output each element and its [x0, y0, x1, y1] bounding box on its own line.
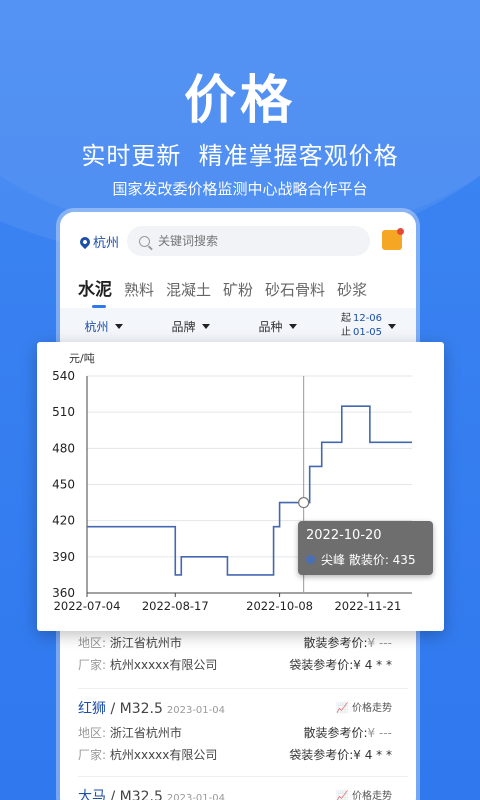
y-tick-label: 360 — [52, 586, 75, 600]
maker-value: 杭州xxxxx有限公司 — [109, 748, 218, 762]
item-date: 2023-01-04 — [166, 793, 225, 800]
bag-label: 袋装参考价: — [289, 658, 354, 672]
top-bar: 杭州 — [60, 212, 416, 270]
tab-mortar[interactable]: 砂浆 — [337, 279, 367, 300]
tab-cement[interactable]: 水泥 — [78, 275, 112, 308]
date-range: 起 12-06 止 01-05 — [341, 312, 382, 340]
hero-title: 价格 — [183, 71, 296, 131]
spec: / M32.5 — [106, 701, 163, 717]
maker-value: 杭州xxxxx有限公司 — [109, 658, 218, 672]
maker-row: 厂家: 杭州xxxxx有限公司 袋装参考价:¥ 4 * * — [78, 744, 398, 766]
start-label: 起 — [340, 313, 351, 324]
divider — [78, 776, 408, 777]
x-tick-label: 2022-07-04 — [54, 599, 121, 613]
region-label: 地区: — [78, 636, 107, 650]
maker-label: 厂家: — [78, 658, 107, 672]
chart-tooltip: 2022-10-20 尖峰 散装价: 435 — [298, 521, 433, 575]
start-date: 12-06 — [352, 313, 383, 324]
price-trend-link[interactable]: 📈 价格走势 — [336, 784, 392, 800]
y-tick-label: 390 — [52, 550, 75, 564]
item-header: 红狮 / M32.5 2023-01-04 📈 价格走势 — [78, 696, 398, 722]
bulk-price-value: ¥ --- — [367, 636, 392, 650]
brand-name: 红狮 — [78, 701, 106, 717]
filter-bar: 杭州 品牌 品种 起 12-06 止 01-05 — [60, 308, 416, 344]
end-label: 止 — [340, 327, 351, 338]
item-date: 2023-01-04 — [166, 705, 225, 716]
price-trend-link[interactable]: 📈 价格走势 — [336, 696, 392, 722]
tooltip-row: 尖峰 散装价: 435 — [306, 551, 425, 568]
trend-label: 价格走势 — [352, 703, 392, 714]
y-tick-label: 480 — [52, 441, 75, 455]
tab-concrete[interactable]: 混凝土 — [166, 279, 211, 300]
filter-brand-label: 品牌 — [171, 319, 196, 334]
y-tick-label: 450 — [52, 478, 75, 492]
y-tick-label: 510 — [52, 405, 75, 419]
date-start: 起 12-06 — [341, 312, 382, 326]
message-icon[interactable] — [382, 228, 404, 250]
bulk-label: 散装参考价: — [303, 636, 368, 650]
region-value: 浙江省杭州市 — [109, 726, 182, 740]
caret-down-icon — [114, 323, 123, 329]
category-tabs: 水泥 熟料 混凝土 矿粉 砂石骨料 砂浆 — [78, 270, 408, 308]
trend-label: 价格走势 — [352, 791, 392, 800]
bag-label: 袋装参考价: — [289, 748, 354, 762]
tab-slag-powder[interactable]: 矿粉 — [223, 279, 253, 300]
list-item[interactable]: 红狮 / M32.5 2023-01-04 📈 价格走势 地区: 浙江省杭州市 散… — [60, 696, 416, 766]
end-date: 01-05 — [352, 327, 383, 338]
filter-city[interactable]: 杭州 — [60, 318, 147, 335]
series-dot-icon — [306, 555, 315, 564]
city-selector[interactable]: 杭州 — [77, 232, 120, 251]
maker-row: 厂家: 杭州xxxxx有限公司 袋装参考价:¥ 4 * * — [78, 654, 398, 676]
list-item[interactable]: 大马 / M32.5 2023-01-04 📈 价格走势 — [60, 784, 416, 800]
region-label: 地区: — [78, 726, 107, 740]
tooltip-date: 2022-10-20 — [306, 528, 382, 543]
bag-price: 袋装参考价:¥ 4 * * — [289, 744, 392, 766]
region-row: 地区: 浙江省杭州市 散装参考价:¥ --- — [78, 722, 398, 744]
spec: / M32.5 — [106, 789, 163, 800]
caret-down-icon — [201, 323, 210, 329]
tab-clinker[interactable]: 熟料 — [124, 279, 154, 300]
x-tick-label: 2022-11-21 — [334, 599, 401, 613]
date-end: 止 01-05 — [341, 326, 382, 340]
search-bar[interactable] — [127, 226, 370, 256]
hero-subtitle: 实时更新 精准掌握客观价格 — [81, 142, 399, 170]
tooltip-text: 尖峰 散装价: 435 — [321, 553, 416, 567]
bulk-price: 散装参考价:¥ --- — [304, 722, 393, 744]
filter-city-label: 杭州 — [84, 319, 109, 334]
bulk-label: 散装参考价: — [303, 726, 368, 740]
x-tick-label: 2022-10-08 — [246, 599, 313, 613]
x-tick-label: 2022-08-17 — [142, 599, 209, 613]
y-tick-label: 540 — [52, 369, 75, 383]
bag-price: 袋装参考价:¥ 4 * * — [289, 654, 392, 676]
divider — [78, 688, 408, 689]
bulk-price: 散装参考价:¥ --- — [304, 632, 393, 654]
filter-variety[interactable]: 品种 — [234, 318, 321, 335]
bag-price-value: ¥ 4 * * — [353, 748, 392, 762]
tab-aggregate[interactable]: 砂石骨料 — [265, 279, 325, 300]
region-row: 地区: 浙江省杭州市 散装参考价:¥ --- — [78, 632, 398, 654]
caret-down-icon — [288, 323, 297, 329]
city-label: 杭州 — [93, 236, 120, 251]
highlight-point — [298, 496, 310, 509]
price-chart[interactable]: 元/吨 360 390 420 450 480 510 540 2022-07-04 2022-0… — [37, 342, 444, 631]
maker-label: 厂家: — [78, 748, 107, 762]
filter-brand[interactable]: 品牌 — [147, 318, 234, 335]
caret-down-icon — [388, 323, 397, 329]
list-item[interactable]: 地区: 浙江省杭州市 散装参考价:¥ --- 厂家: 杭州xxxxx有限公司 袋… — [60, 632, 416, 676]
hero-tagline: 国家发改委价格监测中心战略合作平台 — [112, 180, 368, 198]
region-value: 浙江省杭州市 — [109, 636, 182, 650]
bag-price-value: ¥ 4 * * — [353, 658, 392, 672]
search-input[interactable] — [158, 234, 338, 248]
location-pin-icon — [77, 234, 93, 249]
price-chart-card: 元/吨 360 390 420 450 480 510 540 2022-07-04 2022-0… — [37, 342, 444, 631]
bulk-price-value: ¥ --- — [367, 726, 392, 740]
item-header: 大马 / M32.5 2023-01-04 📈 价格走势 — [78, 784, 398, 800]
filter-date-range[interactable]: 起 12-06 止 01-05 — [321, 312, 416, 340]
y-axis-label: 元/吨 — [69, 352, 95, 365]
filter-variety-label: 品种 — [258, 319, 283, 334]
search-icon — [139, 235, 150, 247]
brand-name: 大马 — [78, 789, 106, 800]
y-tick-label: 420 — [52, 514, 75, 528]
